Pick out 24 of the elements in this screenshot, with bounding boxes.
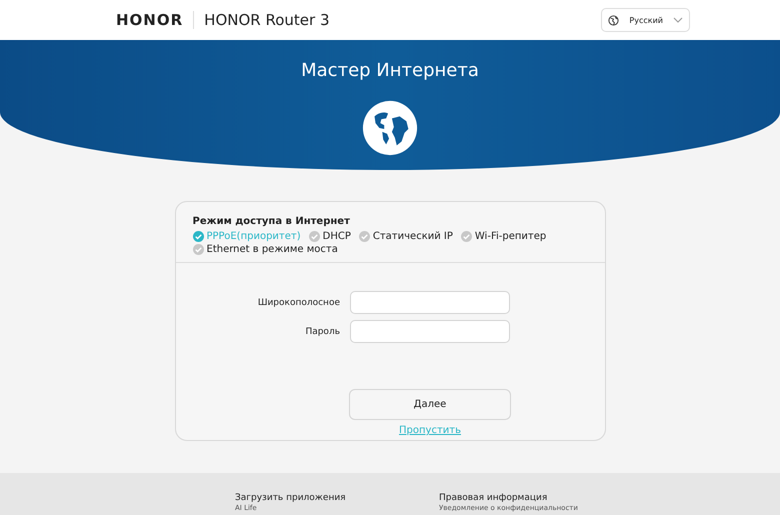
next-button[interactable]: Далее [349, 389, 511, 420]
radio-icon [308, 231, 320, 242]
access-mode-option[interactable]: Статический IP [358, 231, 453, 242]
radio-icon [192, 244, 204, 255]
access-mode-option[interactable]: Ethernet в режиме моста [192, 244, 338, 255]
field-label: Широкополосное [256, 298, 340, 308]
chevron-icon [673, 17, 683, 23]
wizard-title: Мастер Интернета [301, 60, 479, 81]
radio-icon [358, 231, 370, 242]
brand-logo: HONOR [116, 11, 184, 29]
globe-icon [361, 99, 419, 157]
check-icon [192, 231, 204, 242]
section-title: Режим доступа в Интернет [192, 216, 351, 227]
field-label: Пароль [304, 326, 340, 336]
access-mode-option[interactable]: DHCP [308, 231, 351, 242]
product-name: HONOR Router 3 [204, 11, 330, 29]
radio-icon [460, 231, 472, 242]
input-field[interactable] [350, 320, 510, 343]
input-field[interactable] [350, 291, 510, 314]
footer-heading: Правовая информация [439, 493, 548, 503]
globe-icon [608, 14, 620, 26]
access-mode-option[interactable]: Wi-Fi-репитер [460, 231, 546, 242]
footer-heading: Загрузить приложения [235, 493, 347, 503]
language-select[interactable]: Русский [601, 8, 690, 32]
